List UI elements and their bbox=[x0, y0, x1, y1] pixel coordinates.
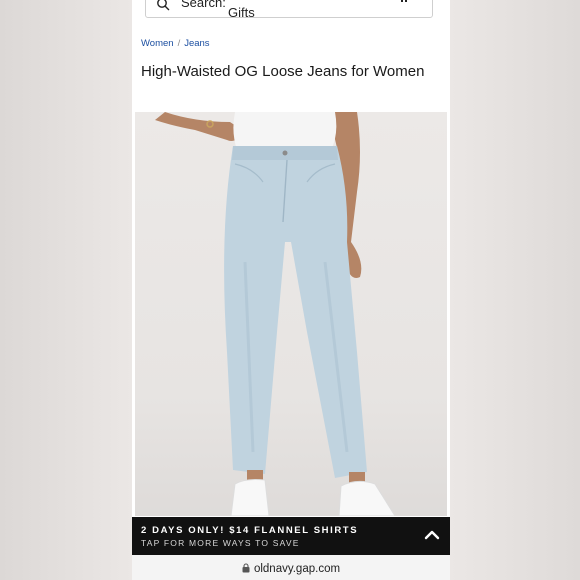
mobile-page: Search: Gifts Women / Jeans High-Waisted O… bbox=[132, 0, 450, 580]
chevron-up-icon[interactable] bbox=[424, 527, 440, 543]
breadcrumb-link-women[interactable]: Women bbox=[141, 38, 174, 49]
blurred-background-left bbox=[0, 0, 132, 580]
search-label: Search: bbox=[181, 0, 226, 10]
promo-banner[interactable]: 2 DAYS ONLY! $14 FLANNEL SHIRTS TAP FOR … bbox=[132, 517, 450, 555]
lock-icon bbox=[242, 563, 250, 573]
search-input[interactable]: Gifts bbox=[228, 5, 255, 20]
breadcrumb-link-jeans[interactable]: Jeans bbox=[184, 38, 209, 49]
jeans-photo bbox=[155, 112, 396, 516]
breadcrumb: Women / Jeans bbox=[141, 38, 210, 49]
product-title: High-Waisted OG Loose Jeans for Women bbox=[141, 63, 425, 80]
search-bar[interactable]: Search: Gifts bbox=[145, 0, 433, 20]
blurred-background-right bbox=[450, 0, 580, 580]
product-image[interactable] bbox=[135, 112, 447, 516]
browser-url-bar[interactable]: oldnavy.gap.com bbox=[132, 555, 450, 580]
url-text: oldnavy.gap.com bbox=[253, 563, 341, 575]
search-icon[interactable] bbox=[156, 0, 170, 11]
promo-headline: 2 DAYS ONLY! $14 FLANNEL SHIRTS bbox=[141, 525, 359, 536]
breadcrumb-separator: / bbox=[177, 38, 181, 49]
pause-icon[interactable] bbox=[400, 0, 408, 3]
promo-subline: TAP FOR MORE WAYS TO SAVE bbox=[141, 538, 300, 548]
